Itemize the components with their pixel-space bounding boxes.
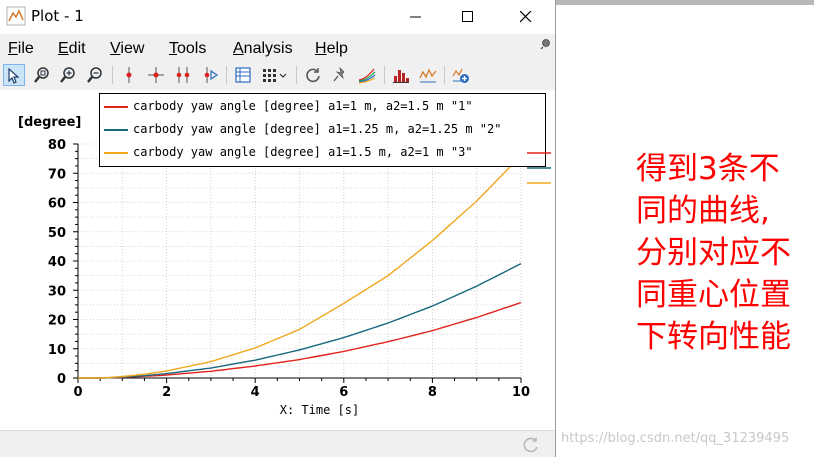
signal-analysis-icon	[419, 68, 437, 83]
maximize-icon	[462, 11, 473, 22]
busy-indicator-icon	[523, 437, 538, 453]
legend-swatch-3	[104, 152, 128, 154]
x-axis-label: X: Time [s]	[280, 403, 359, 417]
x-tick-label: 2	[162, 385, 171, 400]
pin-remove-button[interactable]	[329, 64, 351, 86]
marker-icon	[126, 67, 132, 83]
histogram-button[interactable]	[390, 64, 412, 86]
zoom-in-icon	[60, 67, 75, 83]
close-button[interactable]	[503, 0, 549, 34]
title-bar[interactable]: Plot - 1	[0, 0, 555, 34]
annotation-line: 同的曲线,	[636, 193, 770, 229]
y-tick-label: 50	[48, 226, 66, 241]
toolbar	[0, 62, 555, 90]
maximize-button[interactable]	[445, 0, 491, 34]
toolbar-separator	[296, 66, 297, 84]
legend-label-2: carbody yaw angle [degree] a1=1.25 m, a2…	[133, 122, 502, 136]
toolbar-separator	[384, 66, 385, 84]
annotation-line: 分别对应不	[636, 235, 791, 271]
table-button[interactable]	[232, 64, 254, 86]
x-tick-label: 10	[512, 385, 530, 400]
marker-play-icon	[204, 67, 219, 83]
zoom-region-button[interactable]	[31, 64, 53, 86]
y-tick-label: 30	[48, 284, 66, 299]
legend[interactable]: carbody yaw angle [degree] a1=1 m, a2=1.…	[99, 93, 546, 167]
multi-curve-button[interactable]	[356, 64, 378, 86]
crosshair-icon	[148, 67, 164, 83]
status-bar	[0, 430, 555, 457]
series-markers	[527, 152, 551, 184]
y-tick-label: 40	[48, 255, 66, 270]
plot-area[interactable]: [degree] 0 2 4 6 8 10 0 10 20 30 40 50 60 70 80 X: Time…	[0, 90, 555, 430]
double-marker-icon	[176, 67, 190, 83]
refresh-icon	[306, 68, 320, 83]
y-tick-label: 20	[48, 314, 66, 329]
toolbar-separator	[112, 66, 113, 84]
menu-help[interactable]: Help	[315, 40, 348, 58]
minimize-icon	[410, 16, 421, 18]
add-plot-button[interactable]	[450, 64, 472, 86]
select-pointer-button[interactable]	[3, 64, 25, 86]
select-pointer-icon	[8, 67, 20, 84]
legend-label-1: carbody yaw angle [degree] a1=1 m, a2=1.…	[133, 99, 473, 113]
x-tick-label: 8	[428, 385, 437, 400]
x-tick-label: 4	[251, 385, 260, 400]
y-tick-label: 80	[48, 138, 66, 153]
annotation-line: 同重心位置	[636, 277, 791, 313]
zoom-region-icon	[34, 67, 49, 83]
close-icon	[520, 11, 532, 23]
multi-curve-icon	[358, 68, 376, 84]
add-plot-icon	[452, 68, 469, 83]
toolbar-separator	[226, 66, 227, 84]
y-tick-label: 10	[48, 343, 66, 358]
annotation-text: 得到3条不 同的曲线, 分别对应不 同重心位置 下转向性能	[636, 148, 814, 358]
zoom-out-button[interactable]	[84, 64, 106, 86]
signal-analysis-button[interactable]	[417, 64, 439, 86]
table-icon	[235, 67, 251, 83]
menu-tools[interactable]: Tools	[169, 40, 206, 58]
marker-play-button[interactable]	[199, 64, 221, 86]
menu-bar: File Edit View Tools Analysis Help	[0, 34, 555, 62]
legend-swatch-2	[104, 129, 128, 131]
pin-remove-icon	[333, 66, 345, 82]
grid-layout-button[interactable]	[259, 64, 291, 86]
legend-swatch-1	[104, 106, 128, 108]
zoom-in-button[interactable]	[57, 64, 79, 86]
annotation-line: 下转向性能	[636, 319, 791, 355]
background-strip	[556, 0, 814, 5]
minimize-button[interactable]	[393, 0, 439, 34]
y-tick-label: 60	[48, 197, 66, 212]
menu-view[interactable]: View	[110, 40, 144, 58]
menu-edit[interactable]: Edit	[58, 40, 86, 58]
x-tick-label: 6	[339, 385, 348, 400]
y-tick-label: 0	[57, 372, 66, 387]
marker-button[interactable]	[118, 64, 140, 86]
zoom-out-icon	[87, 67, 102, 83]
plot-app-icon	[6, 6, 26, 26]
watermark: https://blog.csdn.net/qq_31239495	[561, 431, 790, 446]
crosshair-button[interactable]	[145, 64, 167, 86]
menu-file[interactable]: File	[8, 40, 34, 58]
window-title: Plot - 1	[31, 7, 84, 25]
pin-icon[interactable]	[540, 38, 552, 50]
annotation-line: 得到3条不	[636, 151, 780, 187]
menu-analysis[interactable]: Analysis	[233, 40, 293, 58]
double-marker-button[interactable]	[172, 64, 194, 86]
grid-layout-icon	[263, 69, 287, 82]
toolbar-separator	[444, 66, 445, 84]
x-tick-label: 0	[73, 385, 82, 400]
histogram-icon	[393, 70, 409, 83]
legend-label-3: carbody yaw angle [degree] a1=1.5 m, a2=…	[133, 145, 473, 159]
y-tick-label: 70	[48, 167, 66, 182]
refresh-button[interactable]	[302, 64, 324, 86]
plot-window: Plot - 1 File Edit View Tools Analysis H…	[0, 0, 556, 457]
